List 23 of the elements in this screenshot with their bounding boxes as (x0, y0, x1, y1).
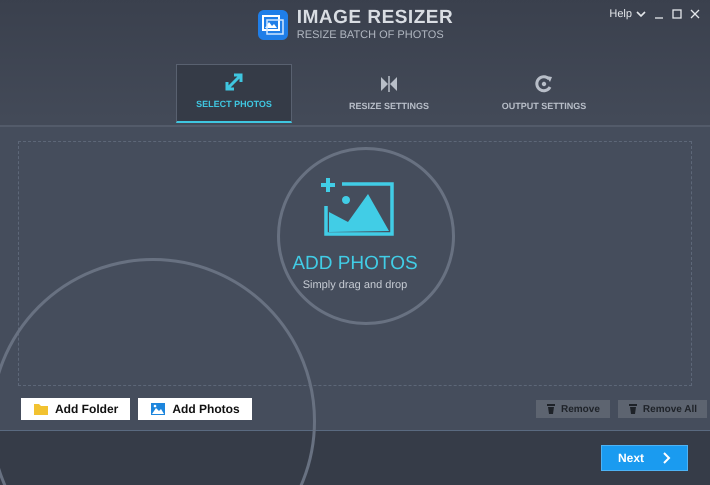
app-title: IMAGE RESIZER (296, 8, 454, 27)
add-photos-title: ADD PHOTOS (292, 254, 418, 273)
next-button[interactable]: Next (601, 445, 688, 471)
chevron-down-icon (636, 10, 646, 18)
add-button[interactable]: Add Folder (21, 398, 130, 420)
refresh-icon (534, 74, 554, 94)
help-menu[interactable]: Help (609, 6, 646, 22)
tab[interactable]: RESIZE SETTINGS (331, 64, 447, 123)
close-icon[interactable] (690, 9, 700, 20)
trash-icon (546, 403, 556, 415)
tab[interactable]: OUTPUT SETTINGS (486, 64, 602, 123)
app-logo-icon (256, 8, 289, 41)
chevron-right-icon (662, 452, 671, 464)
drop-hint: Simply drag and drop (302, 278, 408, 293)
resize-arrows-icon (379, 74, 399, 94)
folder-icon (33, 401, 49, 417)
tab[interactable]: SELECT PHOTOS (176, 64, 292, 123)
expand-arrows-icon (224, 72, 244, 92)
app-subtitle: RESIZE BATCH OF PHOTOS (296, 29, 445, 42)
image-icon (150, 401, 166, 417)
trash-icon (628, 403, 638, 415)
maximize-icon[interactable] (672, 9, 682, 20)
add-button[interactable]: Add Photos (138, 398, 252, 420)
